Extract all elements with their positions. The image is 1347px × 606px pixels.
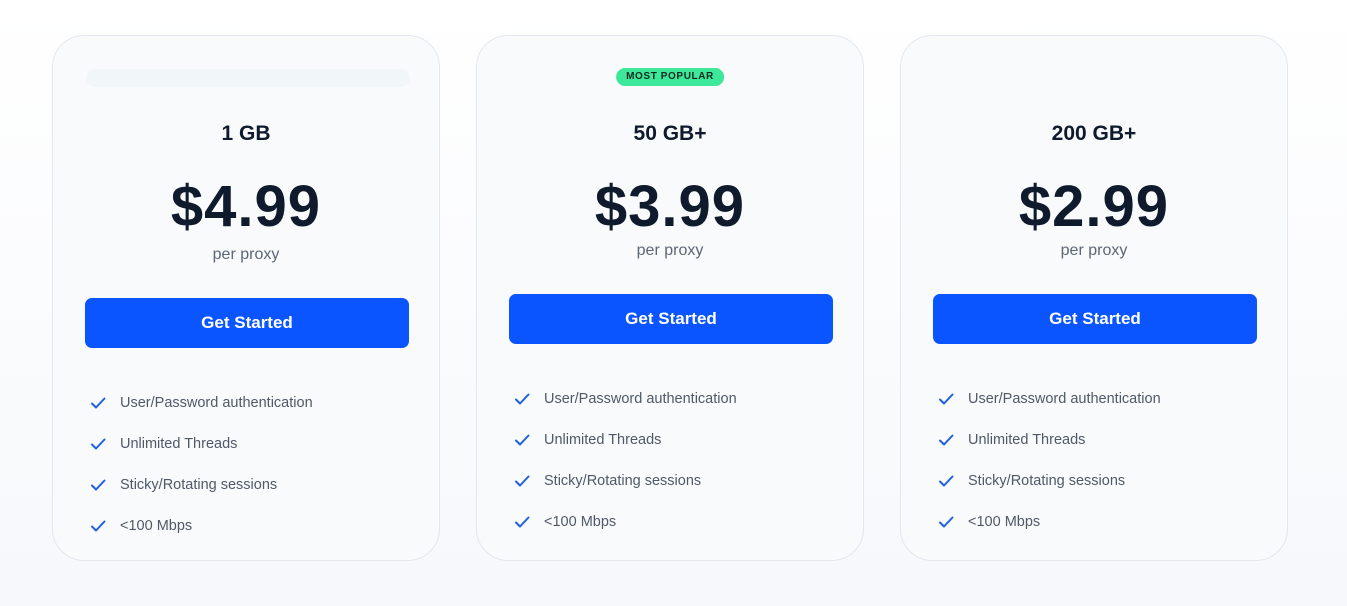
feature-label: Unlimited Threads (968, 431, 1086, 448)
feature-item: Sticky/Rotating sessions (90, 464, 419, 505)
pricing-card-200gb: 200 GB+ $2.99 per proxy Get Started User… (900, 35, 1288, 561)
feature-item: User/Password authentication (90, 382, 419, 423)
plan-name: 50 GB+ (633, 122, 707, 145)
plan-name: 200 GB+ (1051, 122, 1137, 145)
feature-list: User/Password authentication Unlimited T… (938, 378, 1267, 542)
check-icon (514, 514, 530, 530)
feature-item: <100 Mbps (938, 501, 1267, 542)
feature-label: User/Password authentication (120, 394, 313, 411)
feature-label: <100 Mbps (968, 513, 1041, 530)
price-unit: per proxy (636, 242, 704, 259)
plan-price: $3.99 (594, 174, 746, 239)
price-unit: per proxy (1060, 242, 1128, 259)
feature-label: Unlimited Threads (120, 435, 238, 452)
check-icon (938, 473, 954, 489)
feature-item: Unlimited Threads (514, 419, 843, 460)
pricing-card-1gb: 1 GB $4.99 per proxy Get Started User/Pa… (52, 35, 440, 561)
plan-name: 1 GB (221, 122, 271, 145)
check-icon (90, 477, 106, 493)
most-popular-badge: MOST POPULAR (616, 68, 724, 86)
check-icon (90, 395, 106, 411)
feature-item: User/Password authentication (514, 378, 843, 419)
feature-label: User/Password authentication (968, 390, 1161, 407)
feature-item: Unlimited Threads (90, 423, 419, 464)
plan-price: $2.99 (1018, 174, 1170, 239)
feature-label: Sticky/Rotating sessions (120, 476, 278, 493)
feature-item: User/Password authentication (938, 378, 1267, 419)
check-icon (90, 518, 106, 534)
feature-label: User/Password authentication (544, 390, 737, 407)
feature-list: User/Password authentication Unlimited T… (514, 378, 843, 542)
check-icon (514, 391, 530, 407)
check-icon (938, 514, 954, 530)
check-icon (938, 432, 954, 448)
badge-placeholder (86, 69, 410, 87)
feature-label: Unlimited Threads (544, 431, 662, 448)
get-started-button[interactable]: Get Started (933, 294, 1257, 344)
feature-item: Unlimited Threads (938, 419, 1267, 460)
feature-item: Sticky/Rotating sessions (514, 460, 843, 501)
feature-list: User/Password authentication Unlimited T… (90, 382, 419, 546)
plan-price: $4.99 (170, 174, 322, 239)
check-icon (938, 391, 954, 407)
pricing-card-50gb: MOST POPULAR 50 GB+ $3.99 per proxy Get … (476, 35, 864, 561)
get-started-button[interactable]: Get Started (509, 294, 833, 344)
feature-item: Sticky/Rotating sessions (938, 460, 1267, 501)
check-icon (514, 432, 530, 448)
check-icon (90, 436, 106, 452)
feature-label: <100 Mbps (544, 513, 617, 530)
feature-label: <100 Mbps (120, 517, 193, 534)
feature-item: <100 Mbps (514, 501, 843, 542)
check-icon (514, 473, 530, 489)
price-unit: per proxy (212, 246, 280, 263)
get-started-button[interactable]: Get Started (85, 298, 409, 348)
feature-label: Sticky/Rotating sessions (968, 472, 1126, 489)
feature-label: Sticky/Rotating sessions (544, 472, 702, 489)
feature-item: <100 Mbps (90, 505, 419, 546)
